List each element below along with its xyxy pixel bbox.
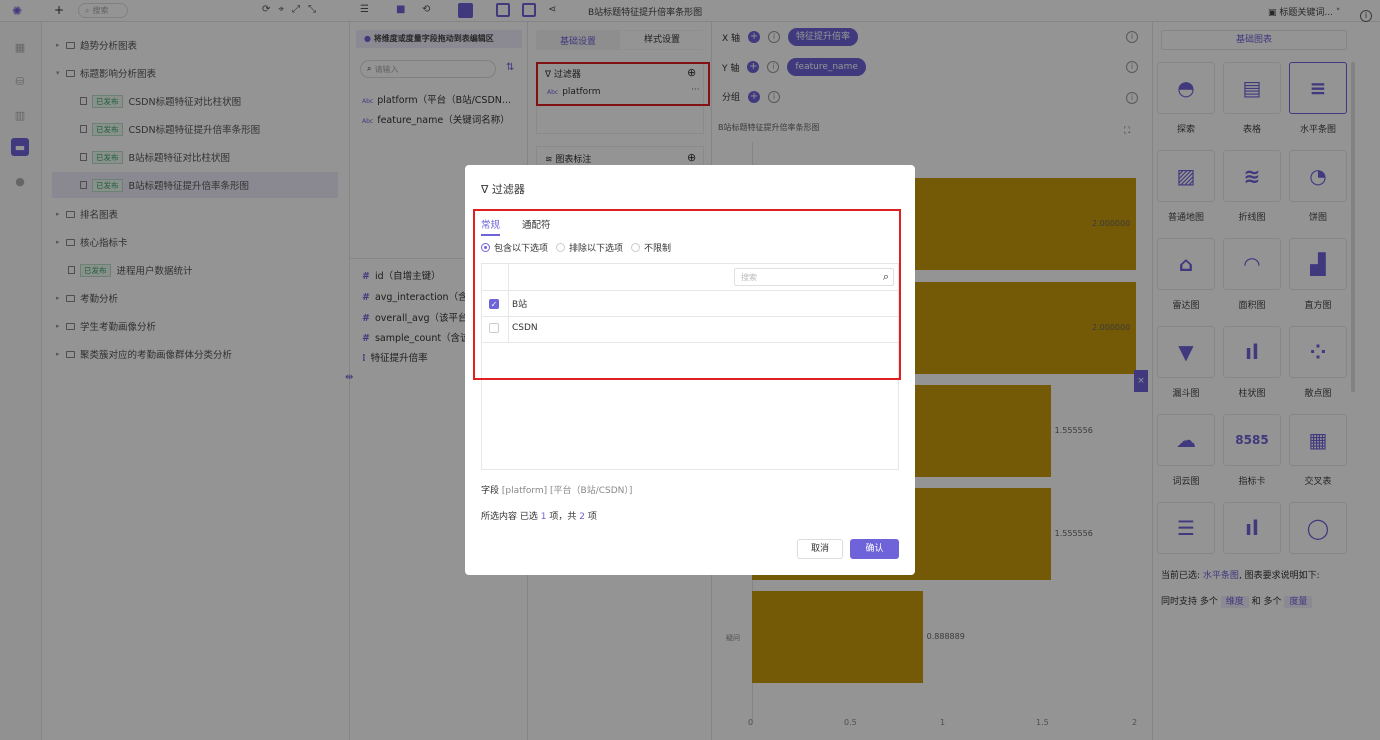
cancel-button[interactable]: 取消 (797, 539, 843, 559)
filter-dialog: ∇ 过滤器 常规 通配符 包含以下选项 排除以下选项 不限制 搜索 ⌕ ✓ B站 C… (465, 165, 915, 575)
dialog-title: ∇ 过滤器 (481, 183, 525, 196)
field-info: 字段 [platform] [平台（B站/CSDN）] (481, 486, 633, 496)
selection-summary: 所选内容 已选 1 项，共 2 项 (481, 512, 597, 522)
filter-options-highlight (473, 209, 901, 380)
filter-icon: ∇ (481, 183, 492, 196)
confirm-button[interactable]: 确认 (850, 539, 899, 559)
